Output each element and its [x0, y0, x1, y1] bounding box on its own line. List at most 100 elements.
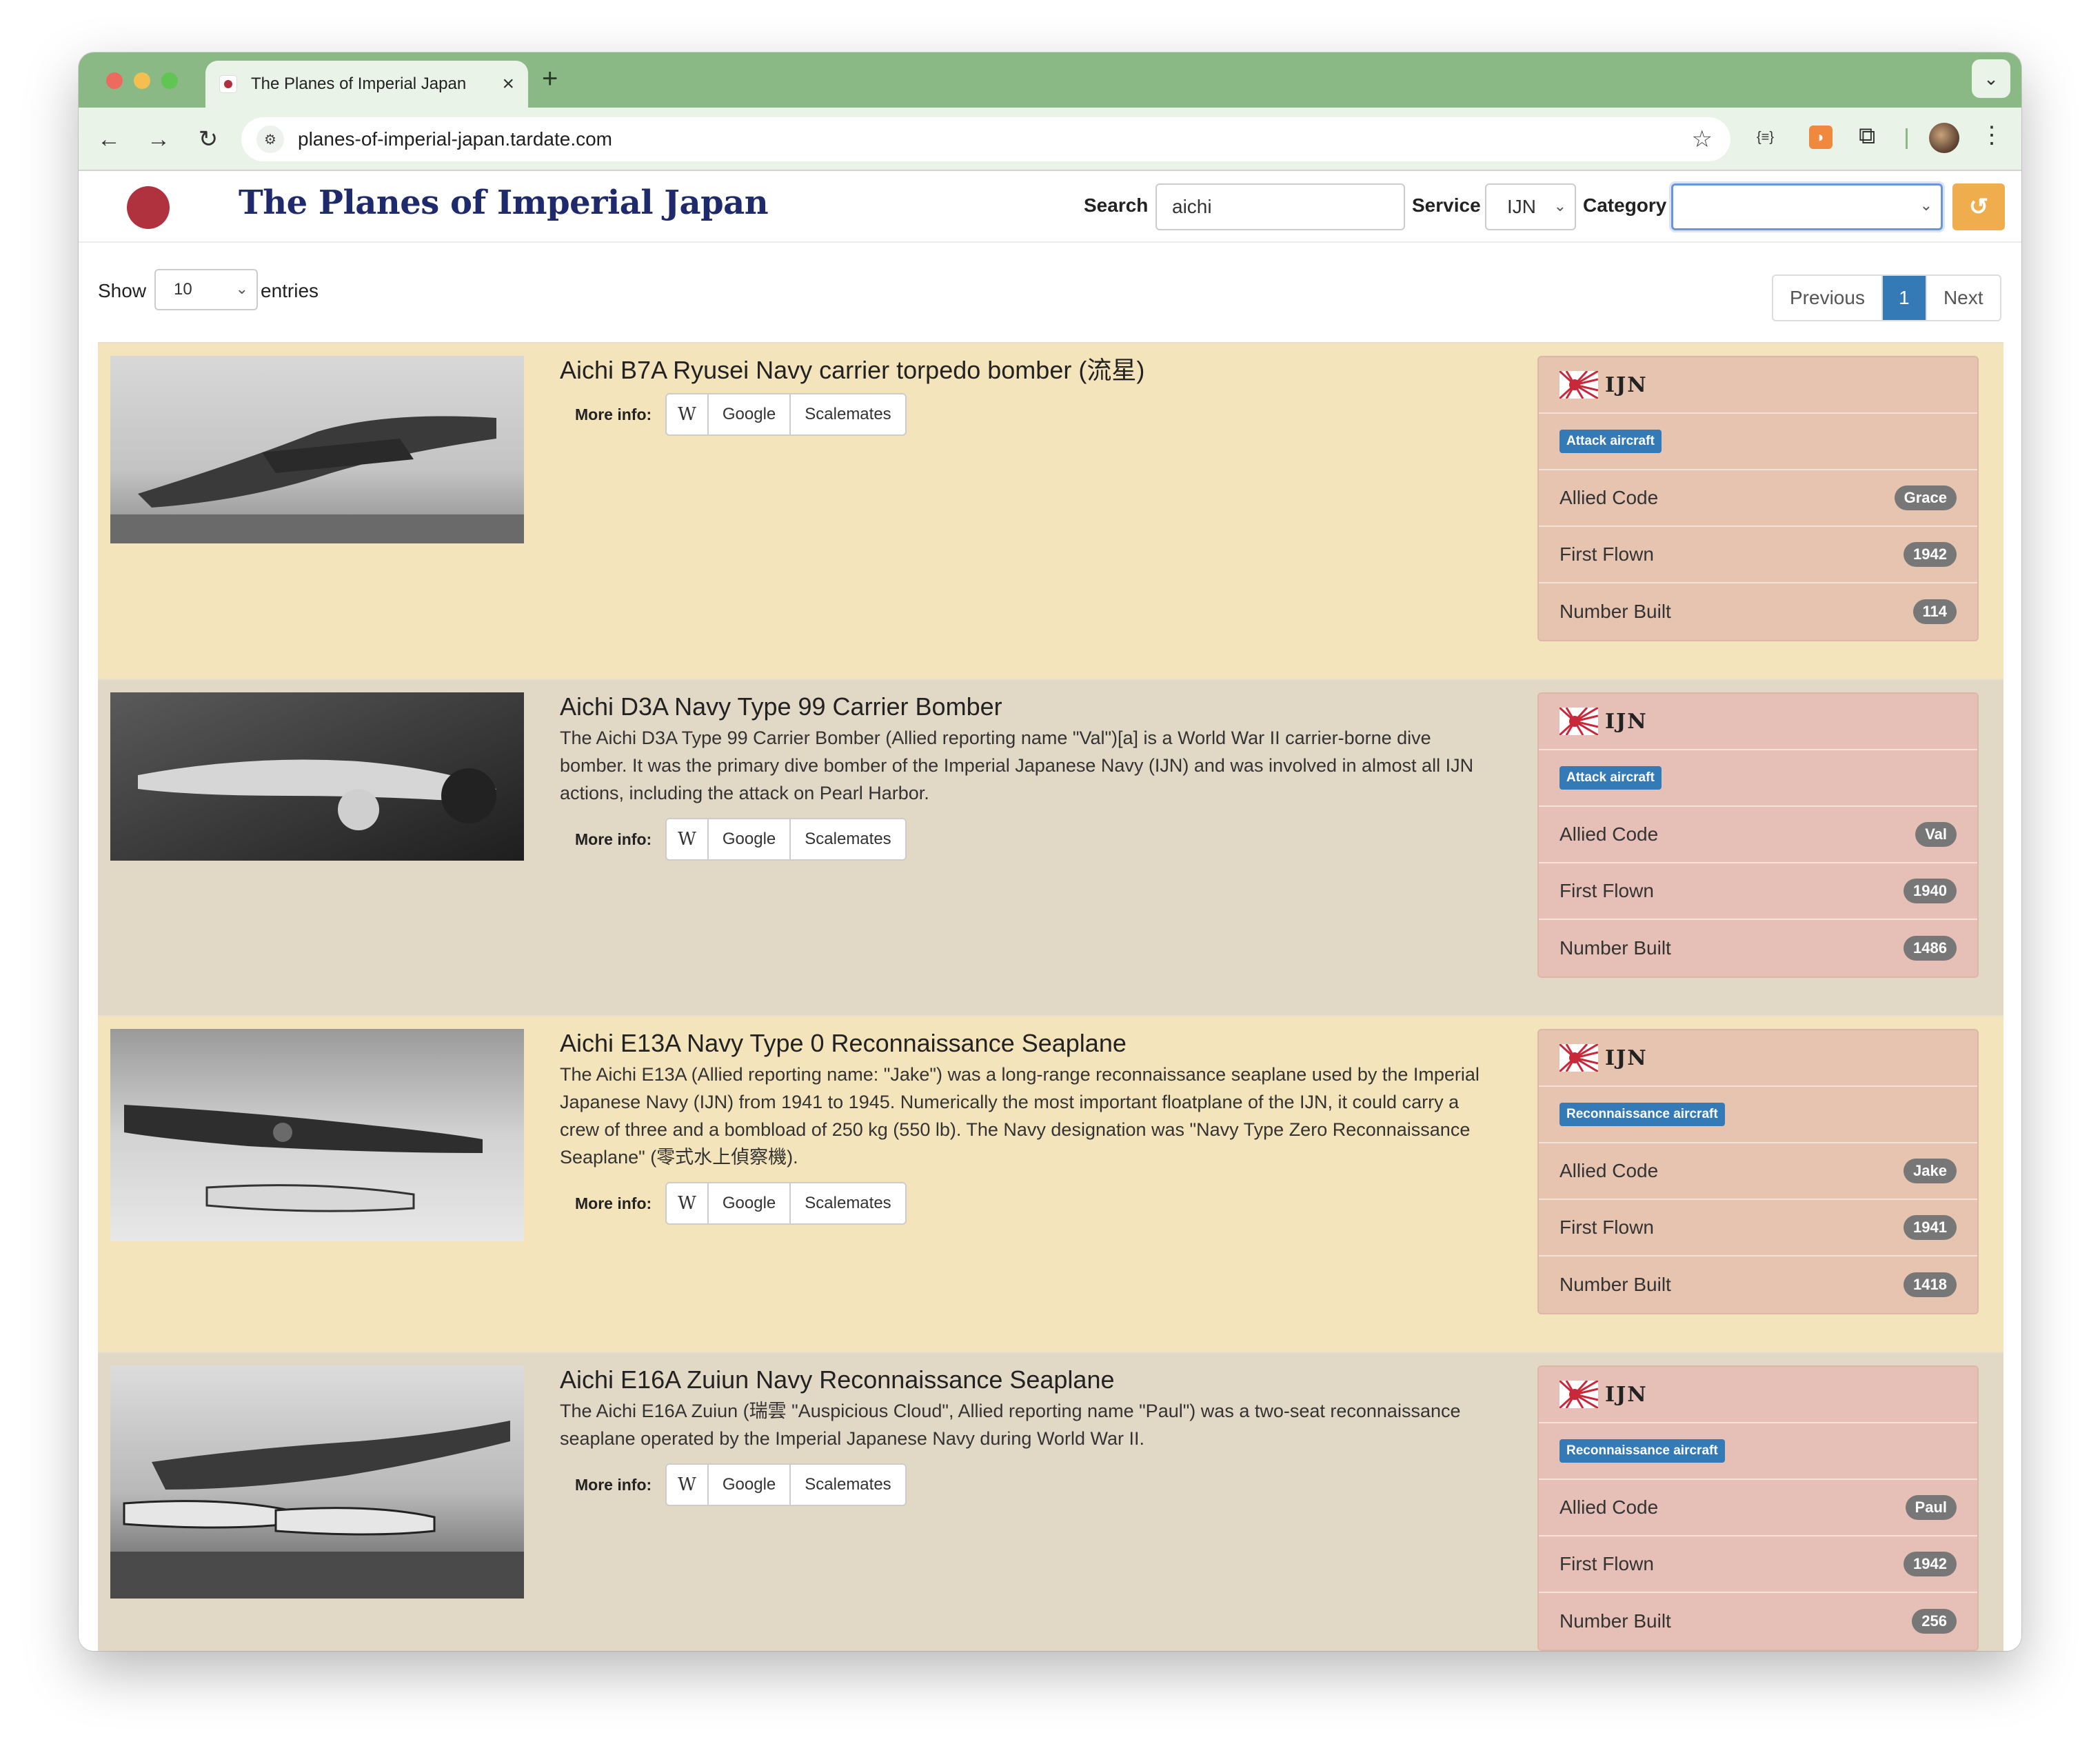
google-button[interactable]: Google [707, 394, 789, 434]
category-label-badge[interactable]: Reconnaissance aircraft [1559, 1439, 1725, 1463]
first-flown-badge: 1942 [1904, 542, 1957, 567]
search-input[interactable]: aichi [1155, 183, 1405, 230]
reset-filters-button[interactable]: ↺ [1952, 183, 2005, 230]
plane-photo [110, 1029, 524, 1241]
scalemates-button[interactable]: Scalemates [789, 394, 905, 434]
address-bar[interactable]: ⚙ planes-of-imperial-japan.tardate.com ☆ [241, 117, 1730, 161]
category-label-badge[interactable]: Reconnaissance aircraft [1559, 1103, 1725, 1126]
number-built-key: Number Built [1559, 1274, 1671, 1295]
google-button[interactable]: Google [707, 819, 789, 859]
number-built-item: Number Built 1486 [1539, 920, 1977, 976]
reload-icon[interactable]: ↻ [192, 123, 225, 156]
previous-page-button[interactable]: Previous [1773, 276, 1881, 320]
tab-search-dropdown-icon[interactable]: ⌄ [1972, 59, 2010, 98]
first-flown-item: First Flown 1942 [1539, 527, 1977, 583]
more-info-label: More info: [575, 405, 652, 423]
next-page-button[interactable]: Next [1927, 276, 2000, 320]
allied-code-key: Allied Code [1559, 487, 1659, 508]
toolbar-divider [1906, 128, 1908, 149]
allied-code-badge: Val [1915, 822, 1957, 847]
profile-avatar[interactable] [1929, 123, 1959, 153]
allied-code-key: Allied Code [1559, 1496, 1659, 1518]
url-text[interactable]: planes-of-imperial-japan.tardate.com [298, 128, 1692, 150]
wikipedia-button[interactable]: W [667, 394, 707, 434]
scalemates-button[interactable]: Scalemates [789, 819, 905, 859]
number-built-item: Number Built 256 [1539, 1593, 1977, 1650]
service-mark: IJN [1539, 1367, 1977, 1423]
plane-title: Aichi E16A Zuiun Navy Reconnaissance Sea… [560, 1365, 1115, 1394]
rising-sun-flag-icon [1559, 708, 1598, 735]
scalemates-button[interactable]: Scalemates [789, 1465, 905, 1505]
number-built-badge: 1418 [1904, 1272, 1957, 1297]
wikipedia-button[interactable]: W [667, 1465, 707, 1505]
rising-sun-flag-icon [1559, 371, 1598, 399]
category-item: Reconnaissance aircraft [1539, 1087, 1977, 1143]
service-mark-text: IJN [1605, 372, 1648, 397]
first-flown-badge: 1941 [1904, 1215, 1957, 1240]
japan-flag-icon [219, 75, 237, 93]
category-label-badge[interactable]: Attack aircraft [1559, 766, 1662, 790]
wikipedia-button[interactable]: W [667, 819, 707, 859]
plane-info: Aichi E16A Zuiun Navy Reconnaissance Sea… [560, 1365, 1491, 1506]
chevron-down-icon: ⌄ [235, 280, 248, 297]
google-button[interactable]: Google [707, 1183, 789, 1223]
browser-menu-icon[interactable]: ⋮ [1980, 121, 2003, 149]
minimize-window-button[interactable] [134, 72, 150, 89]
category-label: Category [1583, 194, 1667, 216]
json-extension-icon[interactable]: {≡} [1757, 130, 1774, 146]
plane-photo [110, 356, 524, 543]
google-button[interactable]: Google [707, 1465, 789, 1505]
service-mark: IJN [1539, 694, 1977, 750]
chevron-down-icon: ⌄ [1553, 197, 1566, 214]
number-built-key: Number Built [1559, 937, 1671, 959]
plane-details-card: IJN Reconnaissance aircraft Allied Code … [1537, 1029, 1979, 1314]
number-built-key: Number Built [1559, 601, 1671, 622]
first-flown-item: First Flown 1941 [1539, 1200, 1977, 1256]
forward-arrow-icon[interactable]: → [142, 123, 175, 156]
plane-description: The Aichi D3A Type 99 Carrier Bomber (Al… [560, 728, 1474, 803]
tab-title: The Planes of Imperial Japan [251, 74, 467, 93]
more-info-label: More info: [575, 830, 652, 848]
back-arrow-icon[interactable]: ← [92, 123, 125, 156]
scalemates-button[interactable]: Scalemates [789, 1183, 905, 1223]
site-header: The Planes of Imperial Japan Search aich… [79, 171, 2021, 243]
more-info-buttons: W Google Scalemates [665, 393, 907, 436]
entries-length-select[interactable]: 10 ⌄ [154, 269, 258, 310]
plane-photo [110, 692, 524, 861]
close-window-button[interactable] [106, 72, 123, 89]
new-tab-icon[interactable]: + [542, 63, 558, 94]
show-label: Show [98, 280, 147, 301]
number-built-item: Number Built 114 [1539, 583, 1977, 640]
allied-code-key: Allied Code [1559, 823, 1659, 845]
extensions-puzzle-icon[interactable]: ⧉ [1859, 123, 1875, 150]
bookmark-star-icon[interactable]: ☆ [1692, 126, 1713, 153]
plane-title: Aichi D3A Navy Type 99 Carrier Bomber [560, 692, 1002, 721]
close-tab-icon[interactable]: × [502, 74, 514, 94]
plane-details-card: IJN Reconnaissance aircraft Allied Code … [1537, 1365, 1979, 1651]
number-built-item: Number Built 1418 [1539, 1256, 1977, 1313]
more-info-buttons: W Google Scalemates [665, 1463, 907, 1506]
allied-code-badge: Grace [1894, 485, 1957, 510]
rss-feed-icon[interactable]: ◗ [1809, 126, 1833, 149]
plane-row: Aichi D3A Navy Type 99 Carrier Bomber Th… [98, 679, 2003, 1015]
zoom-window-button[interactable] [161, 72, 178, 89]
service-mark-text: IJN [1605, 1382, 1648, 1407]
browser-tab[interactable]: The Planes of Imperial Japan × [205, 61, 528, 108]
more-info-row: More info: W Google Scalemates [560, 818, 1491, 861]
plane-info: Aichi E13A Navy Type 0 Reconnaissance Se… [560, 1029, 1491, 1225]
allied-code-item: Allied Code Val [1539, 807, 1977, 863]
service-select[interactable]: IJN ⌄ [1485, 183, 1576, 230]
plane-details-card: IJN Attack aircraft Allied Code Grace Fi… [1537, 356, 1979, 641]
service-mark-text: IJN [1605, 1045, 1648, 1070]
plane-description: The Aichi E13A (Allied reporting name: "… [560, 1064, 1480, 1168]
wikipedia-button[interactable]: W [667, 1183, 707, 1223]
site-info-icon[interactable]: ⚙ [256, 126, 284, 153]
page-1-button[interactable]: 1 [1881, 276, 1927, 320]
more-info-row: More info: W Google Scalemates [560, 393, 1491, 436]
category-label-badge[interactable]: Attack aircraft [1559, 430, 1662, 453]
category-select[interactable]: ⌄ [1671, 183, 1943, 230]
plane-details-card: IJN Attack aircraft Allied Code Val Firs… [1537, 692, 1979, 978]
more-info-buttons: W Google Scalemates [665, 1182, 907, 1225]
pagination: Previous 1 Next [1772, 274, 2001, 321]
plane-title: Aichi B7A Ryusei Navy carrier torpedo bo… [560, 356, 1145, 384]
